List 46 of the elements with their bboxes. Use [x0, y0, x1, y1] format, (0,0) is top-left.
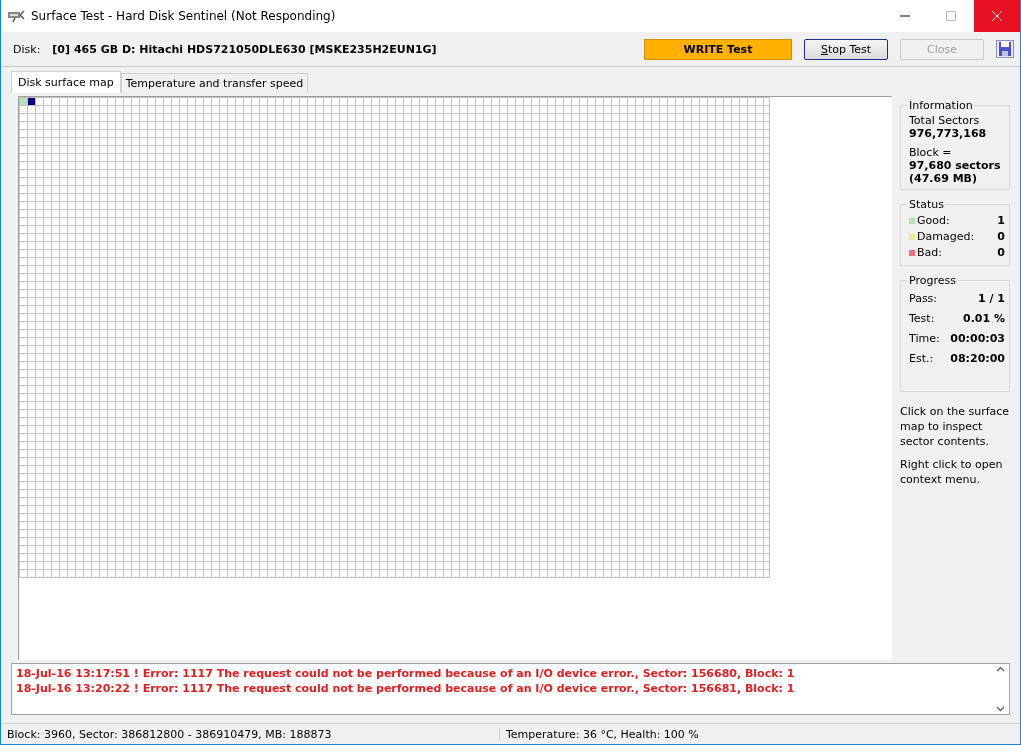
save-icon[interactable] — [996, 40, 1014, 58]
log-line: 18-Jul-16 13:20:22 ! Error: 1117 The request could not be performed because of an I/O device error., Sector: 156681, Block: 1 — [16, 681, 796, 696]
status-count: 0 — [997, 245, 1005, 261]
progress-value: 1 / 1 — [978, 291, 1005, 307]
info-value: (47.69 MB) — [909, 172, 978, 185]
info-value: 97,680 sectors — [909, 159, 1002, 172]
info-label: Total Sectors — [909, 114, 981, 127]
hint-text: Right click to open context menu. — [900, 457, 1004, 487]
tab[interactable]: Temperature and transfer speed — [120, 73, 309, 93]
close-button[interactable] — [974, 0, 1020, 32]
info-value: 976,773,168 — [909, 127, 988, 140]
info-label: Block = — [909, 146, 953, 159]
maximize-icon[interactable] — [946, 11, 956, 21]
scroll-up-icon[interactable] — [996, 666, 1005, 672]
progress-value: 00:00:03 — [950, 331, 1005, 347]
scroll-down-icon[interactable] — [996, 706, 1005, 712]
current-block[interactable] — [28, 98, 35, 105]
progress-value: 08:20:00 — [950, 351, 1005, 367]
status-label: Good: — [917, 213, 950, 229]
progress-label: Est.: — [909, 351, 934, 367]
status-label: Damaged: — [917, 229, 975, 245]
status-label: Bad: — [917, 245, 942, 261]
stop-test-button[interactable]: Stop Test — [804, 38, 888, 60]
status-bar-text: Temperature: 36 °C, Health: 100 % — [505, 727, 700, 741]
surface-map-grid[interactable] — [19, 97, 770, 578]
close-icon — [992, 11, 1002, 21]
status-count: 1 — [997, 213, 1005, 229]
test-mode-indicator: WRITE Test — [644, 38, 792, 60]
tab[interactable]: Disk surface map — [11, 71, 121, 93]
progress-label: Time: — [909, 331, 940, 347]
window-title: Surface Test - Hard Disk Sentinel (Not Responding) — [31, 9, 337, 23]
hint-text: Click on the surface map to inspect sector contents. — [900, 404, 1010, 449]
progress-label: Pass: — [909, 291, 938, 307]
panel-title: Status — [908, 198, 946, 211]
good-block[interactable] — [20, 98, 27, 105]
progress-value: 0.01 % — [963, 311, 1005, 327]
panel-title: Information — [908, 99, 974, 112]
panel-title: Progress — [908, 274, 957, 287]
progress-label: Test: — [909, 311, 935, 327]
disk-app-icon — [7, 9, 25, 23]
status-count: 0 — [997, 229, 1005, 245]
surface-map-area[interactable] — [18, 96, 892, 660]
disk-name: [0] 465 GB D: Hitachi HDS721050DLE630 [MSKE235H2EUN1G] — [52, 42, 438, 56]
disk-label: Disk: — [13, 42, 41, 56]
status-bar-text: Block: 3960, Sector: 386812800 - 386910479, MB: 188873 — [1, 727, 500, 741]
log-line: 18-Jul-16 13:17:51 ! Error: 1117 The request could not be performed because of an I/O device error., Sector: 156680, Block: 1 — [16, 666, 796, 681]
